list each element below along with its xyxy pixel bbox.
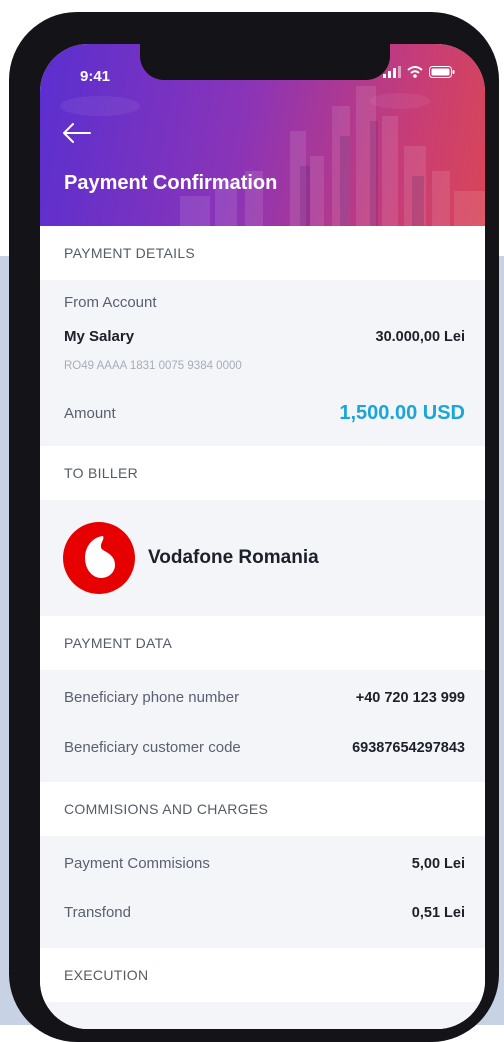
from-account-row: From Account <box>64 294 465 311</box>
customer-code-row: Beneficiary customer code 69387654297843 <box>64 739 465 756</box>
commission-value: 5,00 Lei <box>411 855 465 872</box>
amount-value: 1,500.00 USD <box>339 402 465 424</box>
page-title: Payment Confirmation <box>64 172 278 194</box>
customer-code-value: 69387654297843 <box>352 739 465 756</box>
account-balance: 30.000,00 Lei <box>375 328 466 345</box>
from-account-label: From Account <box>64 294 157 311</box>
commission-label: Payment Commisions <box>64 855 210 872</box>
battery-icon <box>429 66 455 78</box>
header: 9:41 Payment Confirmation <box>40 44 485 226</box>
transfond-value: 0,51 Lei <box>411 904 465 921</box>
section-heading-payment-data: PAYMENT DATA <box>40 616 485 670</box>
section-heading-payment-details: PAYMENT DETAILS <box>40 226 485 280</box>
phone-number-value: +40 720 123 999 <box>355 689 465 706</box>
vodafone-logo <box>63 522 135 594</box>
phone-frame: 9:41 Payment Confirmation PAYMENT DETAIL… <box>9 12 499 1042</box>
account-name: My Salary <box>64 328 135 345</box>
transfond-row: Transfond 0,51 Lei <box>64 904 465 921</box>
commission-row: Payment Commisions 5,00 Lei <box>64 855 465 872</box>
customer-code-label: Beneficiary customer code <box>64 739 241 756</box>
account-iban: RO49 AAAA 1831 0075 9384 0000 <box>64 360 242 372</box>
phone-number-label: Beneficiary phone number <box>64 689 240 706</box>
section-heading-execution: EXECUTION <box>40 948 485 1002</box>
back-arrow-icon[interactable] <box>62 122 92 144</box>
amount-row: Amount 1,500.00 USD <box>64 402 465 425</box>
amount-label: Amount <box>64 405 116 422</box>
section-heading-to-biller: TO BILLER <box>40 446 485 500</box>
signal-icon <box>383 66 401 78</box>
status-time: 9:41 <box>80 68 111 85</box>
section-charges <box>40 836 485 948</box>
phone-screen: 9:41 Payment Confirmation PAYMENT DETAIL… <box>40 44 485 1029</box>
biller-name: Vodafone Romania <box>148 547 319 568</box>
wifi-icon <box>407 66 423 78</box>
phone-notch <box>140 44 390 80</box>
phone-number-row: Beneficiary phone number +40 720 123 999 <box>64 689 465 706</box>
section-payment-data <box>40 670 485 782</box>
status-icons <box>383 66 455 78</box>
transfond-label: Transfond <box>64 904 131 921</box>
city-skyline-illustration <box>60 86 485 226</box>
account-row: My Salary 30.000,00 Lei <box>64 328 465 345</box>
section-heading-charges: COMMISIONS AND CHARGES <box>40 782 485 836</box>
